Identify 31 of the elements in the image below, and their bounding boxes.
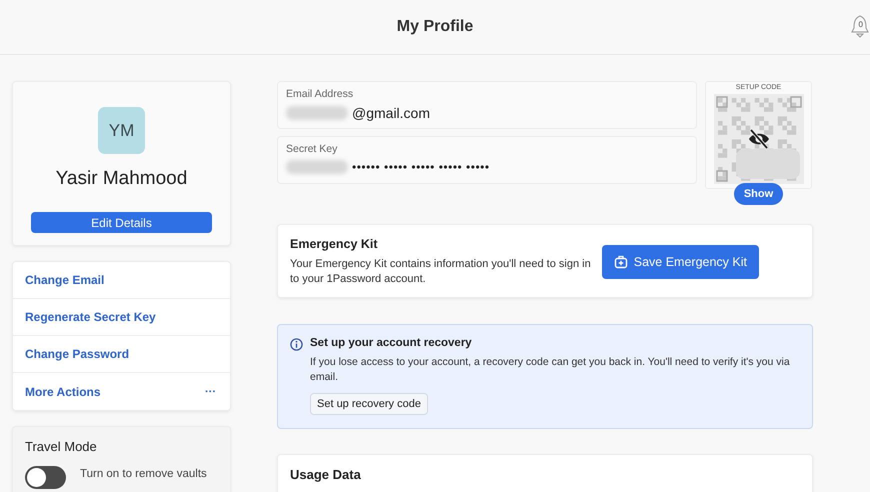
recovery-title: Set up your account recovery	[310, 337, 473, 349]
usage-data-title: Usage Data	[290, 467, 362, 482]
user-name: Yasir Mahmood	[56, 168, 188, 190]
field-label: Secret Key	[286, 143, 338, 155]
edit-details-button[interactable]: Edit Details	[31, 212, 212, 233]
show-button[interactable]: Show	[734, 183, 784, 205]
emergency-kit-description: Your Emergency Kit contains information you'll need to sign in to your 1Password account.	[290, 257, 592, 287]
travel-mode-description: Turn on to remove vaults	[80, 467, 208, 482]
travel-mode-toggle[interactable]	[25, 466, 66, 489]
avatar: YM	[98, 107, 145, 154]
save-emergency-kit-button[interactable]: Save Emergency Kit	[602, 245, 759, 279]
recovery-description: If you lose access to your account, a recovery code can get you back in. You'll need to verify it's you via email.	[310, 355, 791, 385]
action-link[interactable]: Change Password	[13, 336, 230, 373]
more-icon[interactable]: ···	[205, 386, 218, 398]
redaction-blur	[286, 106, 348, 120]
hidden-eye-icon	[746, 127, 770, 151]
recovery-code-button[interactable]: Set up recovery code	[310, 393, 428, 415]
action-link[interactable]: More Actions ···	[13, 373, 230, 410]
first-aid-kit-icon	[614, 255, 628, 269]
field-value: •••••• ••••• ••••• ••••• •••••	[352, 160, 490, 174]
redaction-blur	[286, 160, 348, 174]
bell-icon[interactable]	[851, 14, 869, 38]
action-link[interactable]: Regenerate Secret Key	[13, 299, 230, 336]
field-label: Email Address	[286, 88, 354, 100]
emergency-kit-title: Emergency Kit	[290, 237, 379, 251]
travel-mode-title: Travel Mode	[25, 439, 98, 454]
info-icon	[290, 338, 303, 351]
field-value: @gmail.com	[352, 105, 430, 121]
notification-count: 0	[858, 20, 863, 29]
action-link[interactable]: Change Email	[13, 262, 230, 299]
page-title: My Profile	[396, 18, 474, 36]
